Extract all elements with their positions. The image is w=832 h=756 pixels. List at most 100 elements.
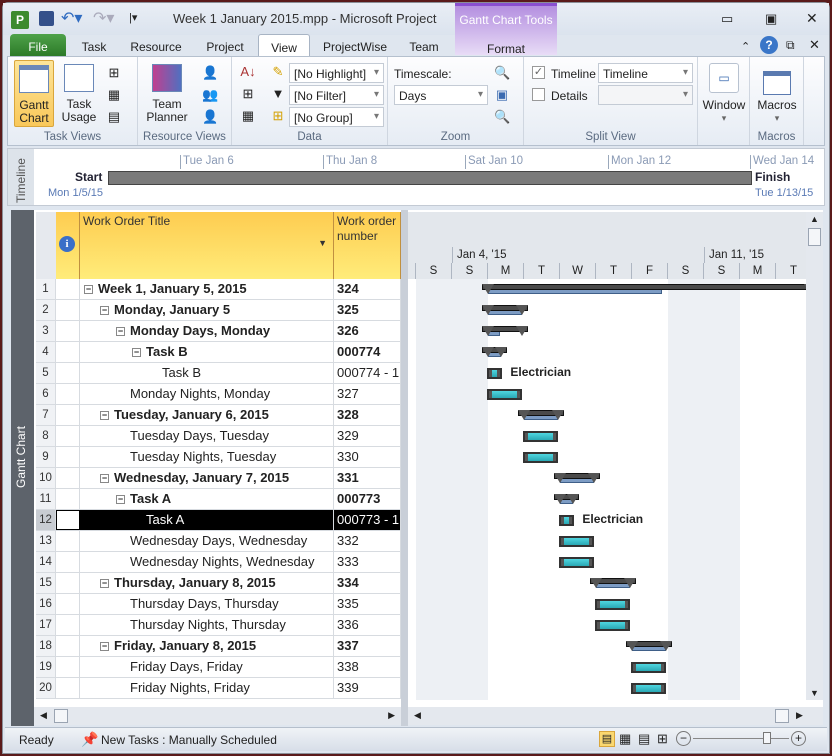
table-row[interactable]: 2 − Monday, January 5 325 xyxy=(36,300,401,321)
new-tasks-mode[interactable]: New Tasks : Manually Scheduled xyxy=(101,733,277,747)
gantt-chart-button[interactable]: Gantt Chart xyxy=(14,60,54,127)
table-row[interactable]: 4 − Task B 000774 xyxy=(36,342,401,363)
title-cell[interactable]: Monday Nights, Monday xyxy=(80,384,334,404)
table-row[interactable]: 8 Tuesday Days, Tuesday 329 xyxy=(36,426,401,447)
number-cell[interactable]: 333 xyxy=(334,552,401,572)
number-cell[interactable]: 000773 - 1 xyxy=(334,510,401,530)
customize-qat-icon[interactable]: |▾ xyxy=(129,11,137,24)
number-cell[interactable]: 000774 - 1 xyxy=(334,363,401,383)
number-cell[interactable]: 328 xyxy=(334,405,401,425)
table-row[interactable]: 6 Monday Nights, Monday 327 xyxy=(36,384,401,405)
tab-projectwise[interactable]: ProjectWise xyxy=(315,34,395,56)
row-number[interactable]: 12 xyxy=(36,510,56,530)
table-row[interactable]: 13 Wednesday Days, Wednesday 332 xyxy=(36,531,401,552)
row-number[interactable]: 6 xyxy=(36,384,56,404)
number-cell[interactable]: 329 xyxy=(334,426,401,446)
resource-usage-icon[interactable]: 👤 xyxy=(202,65,218,81)
gantt-chart[interactable]: S S M T W T F S S M T Jan 4, '15 Jan 11, '15 Electric… xyxy=(408,210,806,700)
close-doc-icon[interactable]: ✕ xyxy=(809,37,820,53)
table-row[interactable]: 1 − Week 1, January 5, 2015 324 xyxy=(36,279,401,300)
scroll-left-icon[interactable]: ◀ xyxy=(40,710,47,721)
collapse-toggle-icon[interactable]: − xyxy=(100,474,109,483)
title-cell[interactable]: Tuesday Days, Tuesday xyxy=(80,426,334,446)
title-cell[interactable]: Tuesday Nights, Tuesday xyxy=(80,447,334,467)
zoom-out-button[interactable]: − xyxy=(676,731,691,746)
row-number[interactable]: 3 xyxy=(36,321,56,341)
gantt-view-shortcut-icon[interactable]: ▤ xyxy=(599,731,615,747)
number-cell[interactable]: 336 xyxy=(334,615,401,635)
row-number[interactable]: 17 xyxy=(36,615,56,635)
zoom-icon[interactable]: 🔍 xyxy=(494,65,510,81)
number-cell[interactable]: 331 xyxy=(334,468,401,488)
timeline-checkbox[interactable]: ✓ xyxy=(532,66,545,79)
tab-project[interactable]: Project xyxy=(195,34,255,56)
column-header-number[interactable]: Work order number xyxy=(334,212,401,279)
collapse-toggle-icon[interactable]: − xyxy=(100,642,109,651)
task-usage-shortcut-icon[interactable]: ▦ xyxy=(619,731,631,747)
select-all-corner[interactable] xyxy=(36,212,56,279)
number-cell[interactable]: 000773 xyxy=(334,489,401,509)
maximize-button[interactable]: ▣ xyxy=(765,11,777,27)
task-bar[interactable] xyxy=(558,515,575,526)
save-icon[interactable] xyxy=(39,11,54,26)
number-cell[interactable]: 326 xyxy=(334,321,401,341)
row-number[interactable]: 1 xyxy=(36,279,56,299)
table-horizontal-scrollbar[interactable]: ◀ ▶ xyxy=(34,707,401,725)
table-row[interactable]: 10 − Wednesday, January 7, 2015 331 xyxy=(36,468,401,489)
number-cell[interactable]: 332 xyxy=(334,531,401,551)
collapse-toggle-icon[interactable]: − xyxy=(100,579,109,588)
team-planner-shortcut-icon[interactable]: ▤ xyxy=(638,731,650,747)
task-bar[interactable] xyxy=(486,368,503,379)
tab-task[interactable]: Task xyxy=(69,34,119,56)
table-scroll-thumb[interactable] xyxy=(54,709,68,723)
details-dropdown[interactable] xyxy=(598,85,693,105)
table-row[interactable]: 11 − Task A 000773 xyxy=(36,489,401,510)
group-dropdown[interactable]: [No Group] xyxy=(289,107,384,127)
column-header-title[interactable]: Work Order Title ▼ xyxy=(80,212,334,279)
restore-doc-icon[interactable]: ⧉ xyxy=(786,38,795,53)
macros-button[interactable]: Macros ▾ xyxy=(754,61,800,127)
collapse-toggle-icon[interactable]: − xyxy=(116,495,125,504)
table-row[interactable]: 20 Friday Nights, Friday 339 xyxy=(36,678,401,699)
number-cell[interactable]: 339 xyxy=(334,678,401,698)
task-bar[interactable] xyxy=(594,620,631,631)
task-bar[interactable] xyxy=(630,662,667,673)
vertical-scroll-thumb[interactable] xyxy=(808,228,821,246)
title-cell[interactable]: Wednesday Nights, Wednesday xyxy=(80,552,334,572)
row-number[interactable]: 13 xyxy=(36,531,56,551)
filter-dropdown[interactable]: [No Filter] xyxy=(289,85,384,105)
table-row[interactable]: 17 Thursday Nights, Thursday 336 xyxy=(36,615,401,636)
task-bar[interactable] xyxy=(486,389,523,400)
gantt-scroll-thumb[interactable] xyxy=(775,709,789,723)
row-number[interactable]: 16 xyxy=(36,594,56,614)
selected-tasks-icon[interactable]: 🔍 xyxy=(494,109,510,125)
splitter[interactable] xyxy=(401,210,408,726)
number-cell[interactable]: 338 xyxy=(334,657,401,677)
table-row[interactable]: 5 Task B 000774 - 1 xyxy=(36,363,401,384)
tab-team[interactable]: Team xyxy=(399,34,449,56)
tab-view[interactable]: View xyxy=(258,34,310,56)
resource-sheet-shortcut-icon[interactable]: ⊞ xyxy=(657,731,668,747)
window-button[interactable]: ▭ Window ▾ xyxy=(702,61,746,127)
tab-format[interactable]: Format xyxy=(455,42,557,56)
tab-resource[interactable]: Resource xyxy=(121,34,191,56)
other-views-icon[interactable]: ▤ xyxy=(106,109,122,125)
title-cell[interactable]: Friday Nights, Friday xyxy=(80,678,334,698)
task-bar[interactable] xyxy=(522,452,559,463)
timeline-bar[interactable] xyxy=(108,171,752,185)
title-cell[interactable]: Thursday Days, Thursday xyxy=(80,594,334,614)
title-cell[interactable]: Friday Days, Friday xyxy=(80,657,334,677)
scroll-right-icon[interactable]: ▶ xyxy=(796,710,803,721)
outline-icon[interactable]: ⊞ xyxy=(240,86,256,102)
help-icon[interactable]: ? xyxy=(760,36,778,54)
task-bar[interactable] xyxy=(594,599,631,610)
timescale-dropdown[interactable]: Days xyxy=(394,85,488,105)
undo-icon[interactable]: ↶▾ xyxy=(61,8,82,28)
title-cell[interactable]: − Monday, January 5 xyxy=(80,300,334,320)
team-planner-button[interactable]: Team Planner xyxy=(144,60,190,127)
scroll-down-icon[interactable]: ▼ xyxy=(810,688,819,698)
task-bar[interactable] xyxy=(630,683,667,694)
scroll-left-icon[interactable]: ◀ xyxy=(414,710,421,721)
title-cell[interactable]: − Week 1, January 5, 2015 xyxy=(80,279,334,299)
indicators-header[interactable]: i xyxy=(56,212,80,279)
